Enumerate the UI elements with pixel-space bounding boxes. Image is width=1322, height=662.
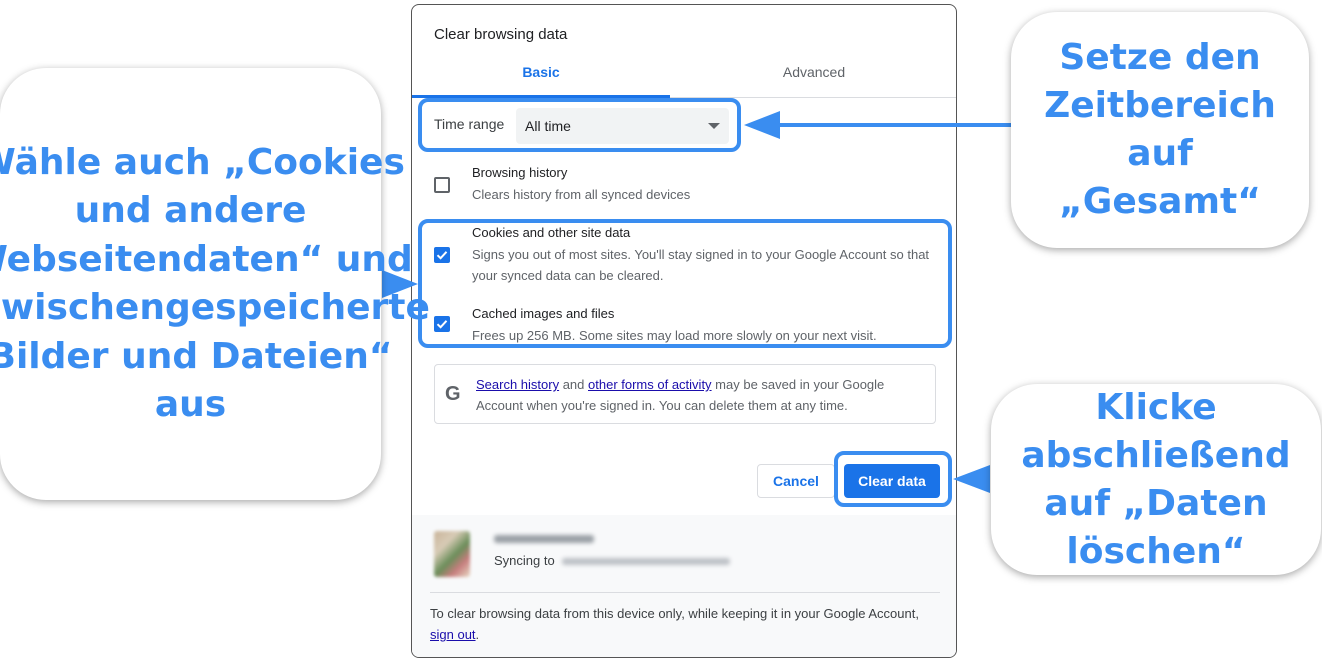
callout-set-time-range: Setze den Zeitbereich auf „Gesamt“ xyxy=(1011,12,1309,248)
callout-select-cookies-cache: Wähle auch „Cookies und andere Webseiten… xyxy=(0,68,430,500)
callout-click-clear-data: Klicke abschließend auf „Daten löschen“ xyxy=(991,384,1321,575)
arrow-head-icon xyxy=(744,111,780,139)
arrow-head-icon xyxy=(953,465,990,493)
